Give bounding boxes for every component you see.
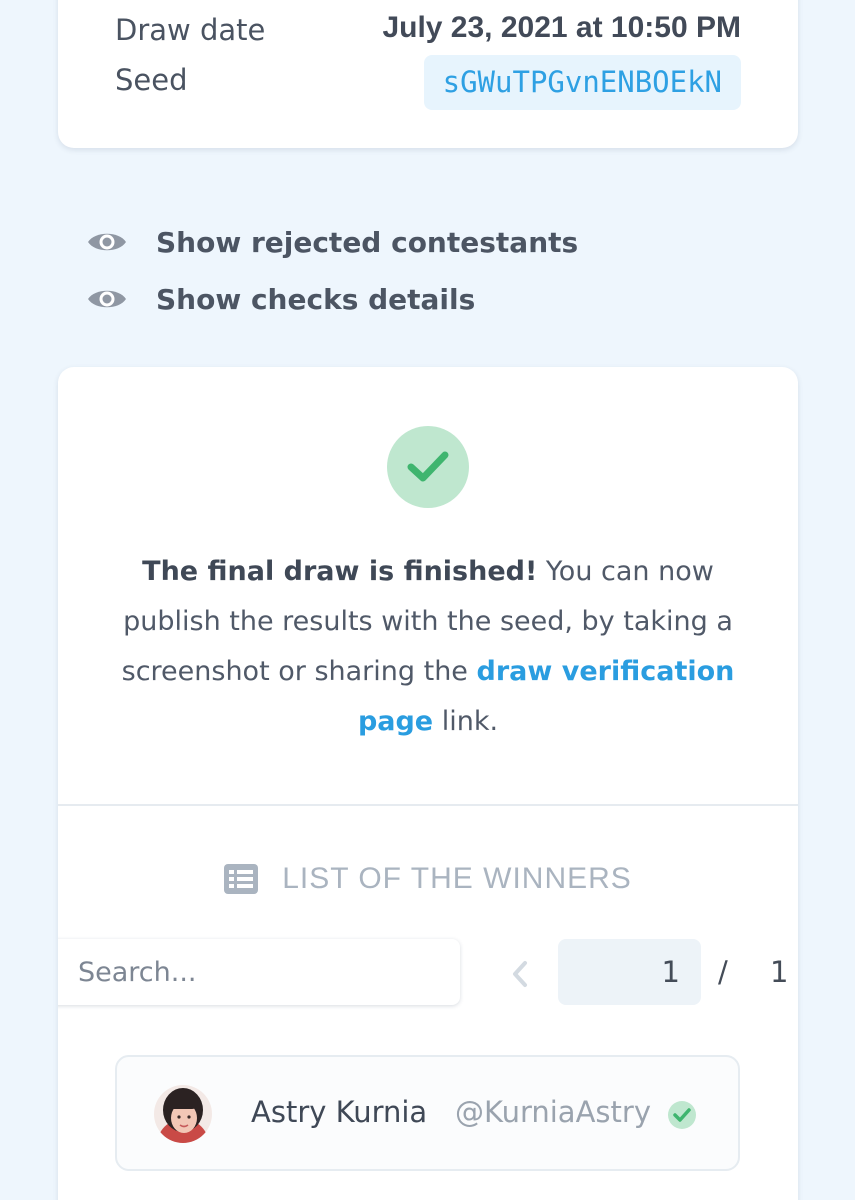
check-icon: [407, 451, 449, 482]
draw-result-card: The final draw is finished! You can now …: [58, 367, 798, 1200]
winners-heading: LIST OF THE WINNERS: [58, 862, 798, 896]
winners-heading-text: LIST OF THE WINNERS: [282, 862, 632, 895]
winner-name: Astry Kurnia: [251, 1095, 428, 1129]
message-bold: The final draw is finished!: [142, 556, 538, 587]
show-checks-details-toggle[interactable]: Show checks details: [86, 279, 475, 319]
eye-icon: [88, 233, 126, 251]
divider: [58, 804, 798, 806]
winner-handle[interactable]: @KurniaAstry: [455, 1095, 651, 1129]
draw-finished-message: The final draw is finished! You can now …: [118, 547, 738, 747]
winner-list-item[interactable]: Astry Kurnia @KurniaAstry: [115, 1055, 740, 1171]
draw-date-value: July 23, 2021 at 10:50 PM: [382, 11, 741, 44]
draw-info-card: Draw date July 23, 2021 at 10:50 PM Seed…: [58, 0, 798, 148]
show-rejected-contestants-toggle[interactable]: Show rejected contestants: [86, 222, 578, 262]
draw-date-label: Draw date: [115, 13, 266, 47]
avatar: [154, 1085, 212, 1143]
eye-icon: [88, 290, 126, 308]
toggle-label: Show rejected contestants: [156, 225, 579, 259]
page-separator: /: [718, 955, 728, 989]
message-end: link.: [433, 706, 499, 737]
toggle-label: Show checks details: [156, 282, 476, 316]
success-badge: [387, 426, 469, 508]
list-icon: [224, 864, 259, 894]
winner-search-input[interactable]: [58, 939, 460, 1005]
seed-label: Seed: [115, 63, 188, 97]
current-page-input[interactable]: [558, 939, 701, 1005]
total-pages: 1: [770, 955, 789, 989]
verified-check-icon: [668, 1101, 696, 1129]
seed-value[interactable]: sGWuTPGvnENBOEkN: [423, 55, 741, 110]
chevron-left-icon[interactable]: [508, 959, 532, 989]
